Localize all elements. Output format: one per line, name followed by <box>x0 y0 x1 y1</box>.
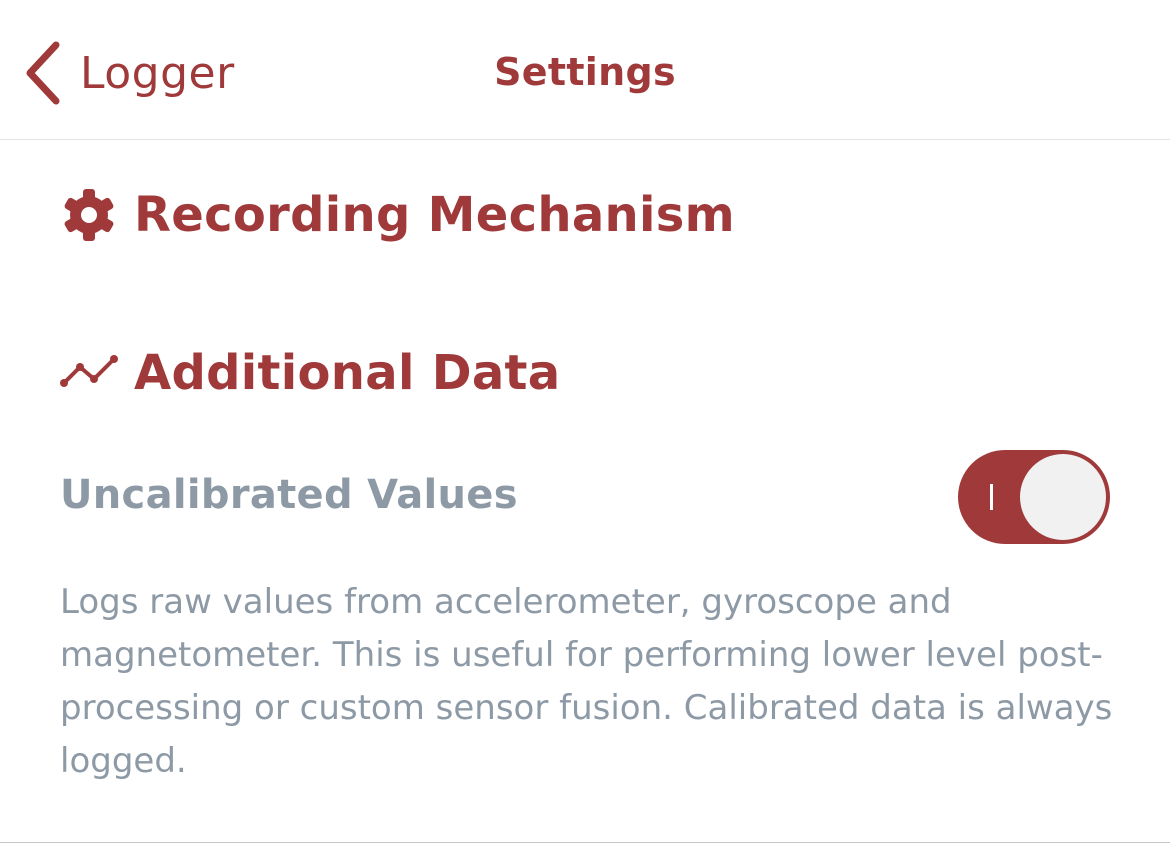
setting-label: Uncalibrated Values <box>60 472 518 518</box>
section-additional-data: Additional Data <box>60 344 561 402</box>
page-title: Settings <box>494 50 676 94</box>
setting-description: Logs raw values from accelerometer, gyro… <box>60 582 1113 781</box>
gear-icon <box>60 186 118 244</box>
section-recording-mechanism: Recording Mechanism <box>60 186 735 244</box>
section-title: Additional Data <box>134 345 561 401</box>
settings-screen: Logger Settings Recording Mechanism Addi… <box>0 0 1170 858</box>
uncalibrated-values-toggle[interactable] <box>958 450 1110 544</box>
toggle-knob <box>1020 454 1106 540</box>
divider <box>0 842 1170 843</box>
navigation-bar: Logger Settings <box>0 0 1170 140</box>
toggle-on-indicator <box>990 484 993 510</box>
line-chart-icon <box>60 344 118 402</box>
uncalibrated-values-row: Uncalibrated Values <box>60 450 1110 544</box>
section-title: Recording Mechanism <box>134 187 735 243</box>
